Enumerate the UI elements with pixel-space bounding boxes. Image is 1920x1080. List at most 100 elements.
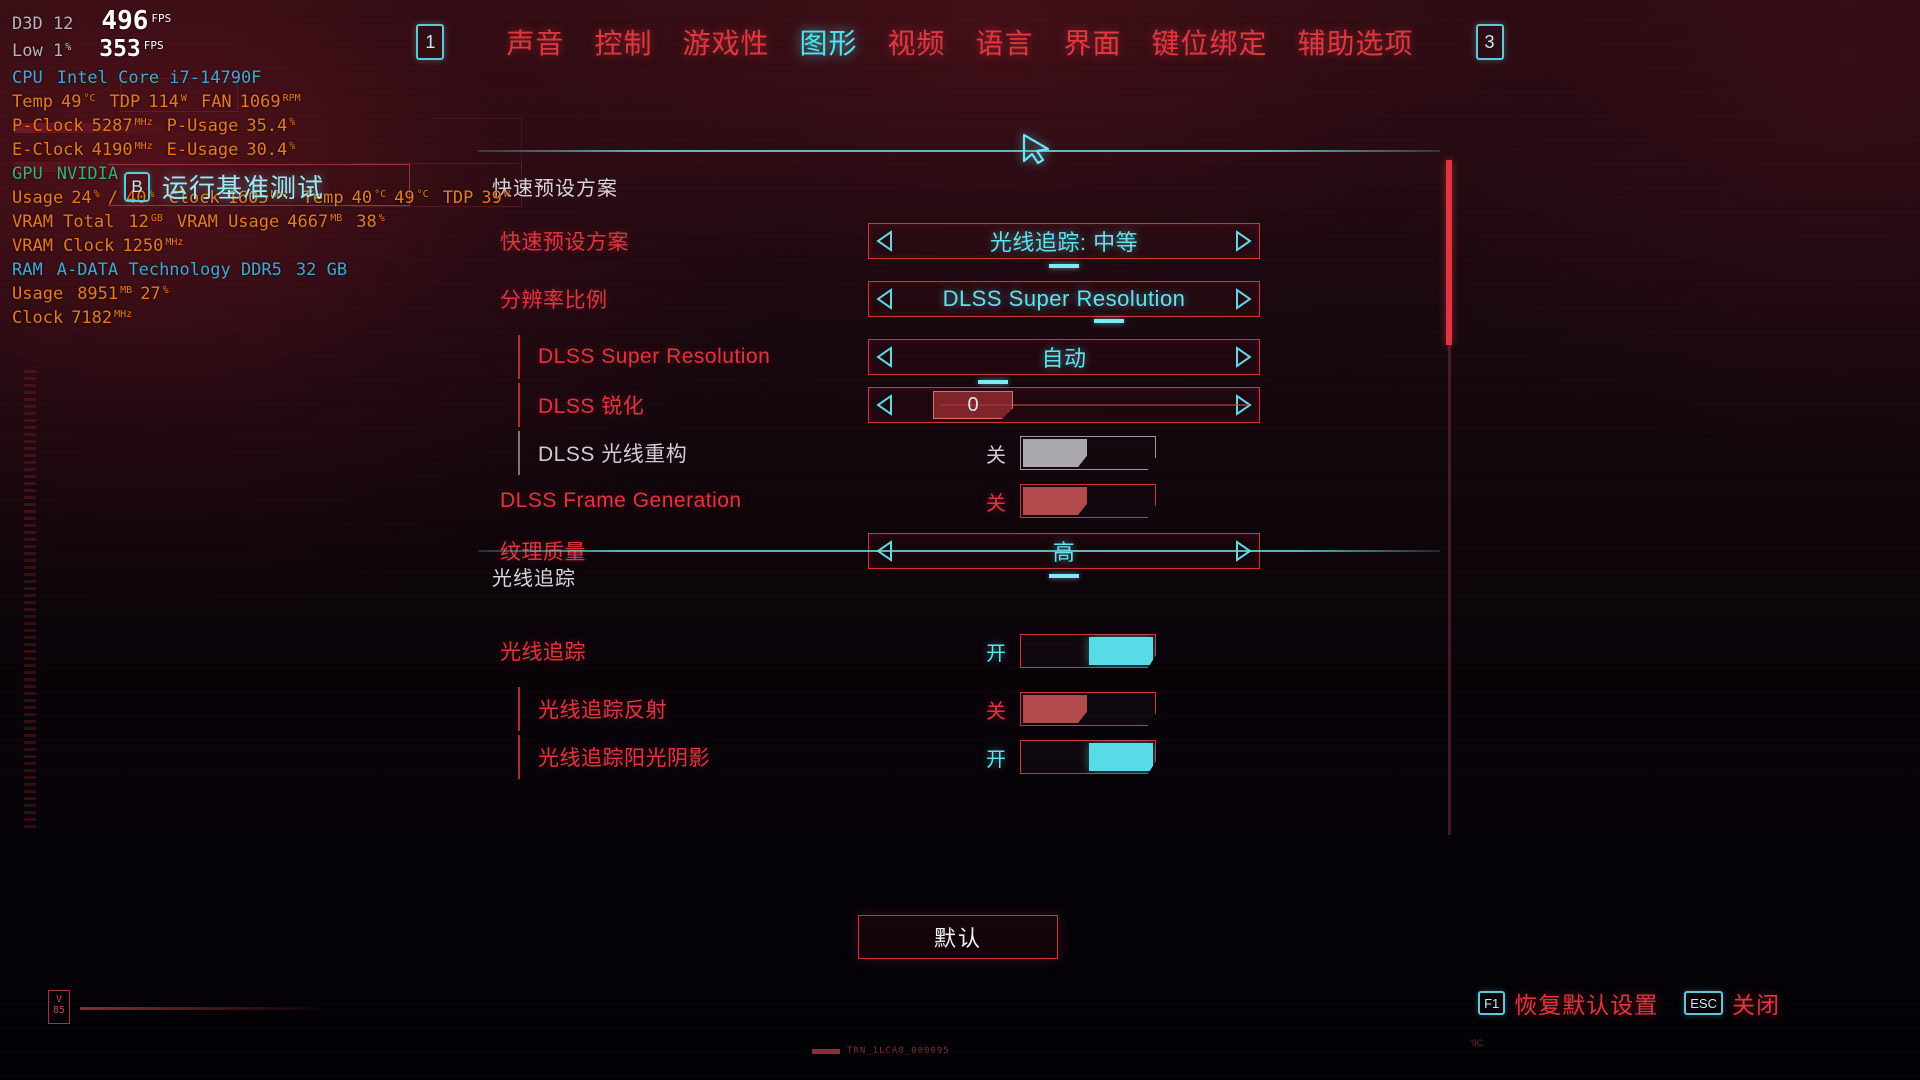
list-bottom-fade xyxy=(478,838,1478,884)
spinner-resolution-scale[interactable]: DLSS Super Resolution xyxy=(868,281,1260,323)
tab-controls[interactable]: 控制 xyxy=(590,22,656,62)
tab-language[interactable]: 语言 xyxy=(972,22,1038,62)
hud-gpu-tdp-value: 39 xyxy=(481,188,502,208)
version-stamp-top: V xyxy=(55,994,63,1005)
toggle-group-rt-reflections[interactable]: 关 xyxy=(978,692,1156,726)
tab-interface[interactable]: 界面 xyxy=(1060,22,1126,62)
hud-gpu-usage-unit: % xyxy=(93,189,100,200)
hud-gpu-tdp-unit: W xyxy=(503,189,510,200)
spinner-dlss-super-resolution[interactable]: 自动 xyxy=(868,339,1260,384)
setting-label-dlss-frame-generation: DLSS Frame Generation xyxy=(500,489,742,512)
left-line-artifact xyxy=(80,1007,318,1010)
hud-row-ram-clock: Clock 7182 MHz xyxy=(12,310,532,327)
hud-vram-usage-label: VRAM Usage xyxy=(176,212,280,232)
indent-marker xyxy=(518,431,520,475)
hud-gpu-usage-label: Usage xyxy=(12,188,64,208)
reset-default-button[interactable]: 默认 xyxy=(858,915,1058,959)
hud-vram-clock-value: 1250 xyxy=(122,236,164,256)
toggle-ray-tracing[interactable] xyxy=(1020,634,1156,668)
chevron-left-icon[interactable] xyxy=(869,388,903,422)
tab-sound[interactable]: 声音 xyxy=(502,22,568,62)
scrollbar-thumb[interactable] xyxy=(1446,160,1452,345)
spinner-value-text: 高 xyxy=(1052,540,1076,565)
footer-hints: F1 恢复默认设置 ESC 关闭 xyxy=(1478,986,1780,1020)
hud-ram-usage-label: Usage xyxy=(12,284,64,304)
hint-restore-defaults[interactable]: F1 恢复默认设置 xyxy=(1478,986,1658,1020)
toggle-group-rt-sun-shadows[interactable]: 开 xyxy=(978,740,1156,774)
hud-cpu-tdp-unit: W xyxy=(180,93,187,104)
hud-gpu-name: NVIDIA xyxy=(56,164,119,184)
indent-marker xyxy=(518,735,520,779)
toggle-group-ray-tracing[interactable]: 开 xyxy=(978,634,1156,668)
toggle-rt-reflections[interactable] xyxy=(1020,692,1156,726)
hud-cpu-tdp-label: TDP xyxy=(109,92,141,112)
toggle-knob xyxy=(1089,743,1153,771)
tab-accessibility[interactable]: 辅助选项 xyxy=(1294,22,1418,62)
toggle-knob xyxy=(1023,439,1087,467)
hud-ram-clock-label: Clock xyxy=(12,308,64,328)
hud-row-pclock: P-Clock 5287 MHz P-Usage 35.4 % xyxy=(12,118,532,135)
hud-cpu-fan-value: 1069 xyxy=(239,92,281,112)
hud-vram-usage-unit: MB xyxy=(330,213,343,224)
hud-cpu-tdp-value: 114 xyxy=(148,92,179,112)
hud-vram-clock-label: VRAM Clock xyxy=(12,236,115,256)
tab-keybindings[interactable]: 键位绑定 xyxy=(1148,22,1272,62)
chevron-left-icon[interactable] xyxy=(869,282,903,316)
hud-cpu-fan-label: FAN xyxy=(200,92,232,112)
chevron-right-icon[interactable] xyxy=(1225,282,1259,316)
spinner-quick-preset[interactable]: 光线追踪: 中等 xyxy=(868,223,1260,268)
spinner-underline xyxy=(1094,319,1125,323)
chevron-right-icon[interactable] xyxy=(1225,340,1259,374)
spinner-value-dlss-super-resolution: 自动 xyxy=(903,341,1225,384)
hud-gpu-tdp-label: TDP xyxy=(442,188,474,208)
hud-ram-usage-value: 8951 xyxy=(77,284,119,304)
hud-pusage-unit: % xyxy=(289,117,296,128)
hud-vram-usage-value: 4667 xyxy=(287,212,329,232)
hud-gpu-temp-value2: 49 xyxy=(394,188,415,208)
hud-cpu-temp-unit: °C xyxy=(83,93,96,104)
chevron-right-icon[interactable] xyxy=(1225,224,1259,258)
setting-label-dlss-sharpening: DLSS 锐化 xyxy=(538,395,645,418)
tab-graphics[interactable]: 图形 xyxy=(795,22,861,62)
hud-row-vram: VRAM Total 12 GB VRAM Usage 4667 MB 38 % xyxy=(12,214,532,231)
chevron-left-icon[interactable] xyxy=(869,340,903,374)
hud-cpu-label: CPU xyxy=(12,68,43,88)
hud-ram-size: 32 GB xyxy=(295,260,348,280)
hud-gpu-usage-sep: / xyxy=(107,188,118,208)
section-divider-ray-tracing xyxy=(478,550,1440,552)
hud-eusage-unit: % xyxy=(289,141,296,152)
spinner-value-resolution-scale: DLSS Super Resolution xyxy=(903,286,1225,323)
setting-row-quick-preset: 快速预设方案 光线追踪: 中等 xyxy=(478,212,1440,270)
slider-dlss-sharpening[interactable]: 0 xyxy=(868,387,1260,423)
toggle-rt-sun-shadows[interactable] xyxy=(1020,740,1156,774)
run-benchmark-prompt[interactable]: B 运行基准测试 xyxy=(124,168,324,205)
toggle-dlss-frame-generation[interactable] xyxy=(1020,484,1156,518)
hint-key-esc: ESC xyxy=(1684,991,1723,1015)
slider-thumb-value[interactable]: 0 xyxy=(933,391,1013,419)
toggle-state-label: 关 xyxy=(986,700,1006,723)
hud-pclock-label: P-Clock xyxy=(12,116,84,136)
spinner-underline xyxy=(1049,574,1079,578)
chevron-left-icon[interactable] xyxy=(869,224,903,258)
tab-gameplay[interactable]: 游戏性 xyxy=(678,22,773,62)
toggle-dlss-ray-reconstruction[interactable] xyxy=(1020,436,1156,470)
watermark-text: TRN_1LCA8_000095 xyxy=(847,1046,950,1056)
hud-ram-usage-unit: MB xyxy=(120,285,133,296)
hud-eclock-label: E-Clock xyxy=(12,140,84,160)
nav-prev-badge[interactable]: 1 xyxy=(416,24,445,60)
panel-top-divider xyxy=(478,150,1440,152)
nav-next-badge[interactable]: 3 xyxy=(1475,24,1504,60)
spinner-value-text: DLSS Super Resolution xyxy=(942,286,1186,311)
toggle-state-label: 开 xyxy=(986,642,1006,665)
tab-video[interactable]: 视频 xyxy=(883,22,949,62)
benchmark-label: 运行基准测试 xyxy=(162,173,325,203)
toggle-group-dlss-ray-reconstruction[interactable]: 关 xyxy=(978,436,1156,470)
hint-close[interactable]: ESC 关闭 xyxy=(1684,986,1780,1020)
toggle-group-dlss-frame-generation[interactable]: 关 xyxy=(978,484,1156,518)
hud-eclock-unit: MHz xyxy=(134,141,153,152)
hud-ram-usage-pct-unit: % xyxy=(162,285,169,296)
indent-marker xyxy=(518,687,520,731)
hud-pusage-value: 35.4 xyxy=(246,116,288,136)
hint-label-close: 关闭 xyxy=(1732,992,1780,1018)
hud-row-cpu-name: CPU Intel Core i7-14790F xyxy=(12,70,532,87)
